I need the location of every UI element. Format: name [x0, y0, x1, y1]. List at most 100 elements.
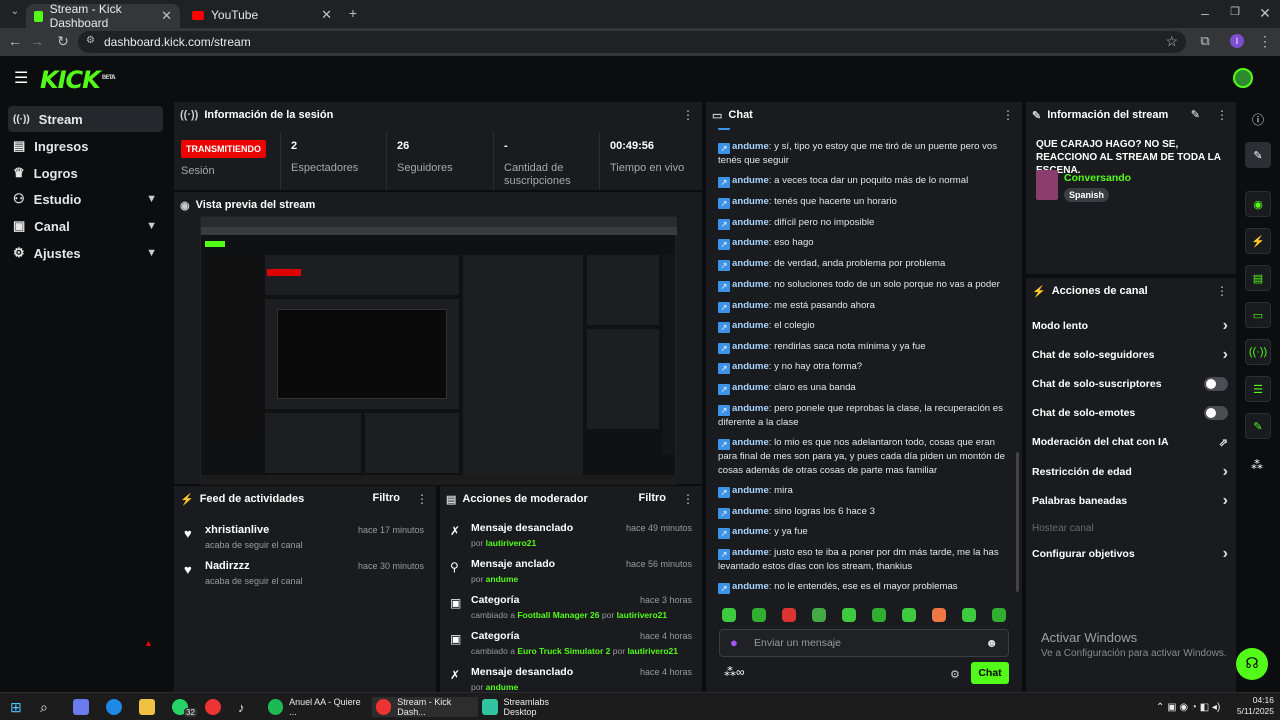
- browser-menu-icon[interactable]: ⋮: [1256, 33, 1274, 50]
- reload-icon[interactable]: ↻: [54, 33, 72, 50]
- more-options-icon[interactable]: ⋮: [682, 108, 694, 122]
- chat-settings-icon[interactable]: ⚙: [950, 668, 960, 681]
- emote-icon[interactable]: [962, 608, 976, 622]
- sidebar-item-ajustes[interactable]: ⚙ Ajustes ▼: [8, 240, 163, 266]
- edit-icon[interactable]: ✎: [1191, 108, 1200, 121]
- session-toggle-button[interactable]: ☰: [1245, 376, 1271, 402]
- channel-action-item[interactable]: Palabras baneadas ›: [1032, 491, 1228, 511]
- windows-start-icon[interactable]: ⊞: [10, 697, 22, 717]
- more-tools-icon[interactable]: ⁂: [1251, 458, 1263, 472]
- mod-username-link[interactable]: lautirivero21: [627, 646, 678, 656]
- restore-icon[interactable]: ❐: [1226, 5, 1244, 18]
- taskbar-app-spotify[interactable]: Anuel AA - Quiere ...: [268, 697, 366, 717]
- copilot-icon[interactable]: [73, 699, 89, 715]
- url-field[interactable]: ⚙ dashboard.kick.com/stream ☆: [78, 31, 1186, 53]
- chat-username[interactable]: andume: [732, 437, 769, 448]
- preview-toggle-button[interactable]: ◉: [1245, 191, 1271, 217]
- emote-icon[interactable]: [872, 608, 886, 622]
- close-tab-icon[interactable]: ✕: [161, 8, 172, 24]
- chat-message[interactable]: ↗ andume: no le entendés, ese es el mayor…: [718, 580, 1010, 594]
- chat-username[interactable]: andume: [732, 237, 769, 248]
- chat-message[interactable]: ↗ andume: mira: [718, 484, 1010, 498]
- modlog-toggle-button[interactable]: ▤: [1245, 265, 1271, 291]
- emoji-icon[interactable]: ☻: [985, 636, 998, 650]
- emote-icon[interactable]: [902, 608, 916, 622]
- close-tab-icon[interactable]: ✕: [321, 7, 332, 23]
- chat-username[interactable]: andume: [732, 506, 769, 517]
- channel-action-item[interactable]: Chat de solo-seguidores ›: [1032, 345, 1228, 365]
- chat-username[interactable]: andume: [732, 217, 769, 228]
- chat-message[interactable]: ↗ andume: rendirlas saca nota mínima y ya…: [718, 340, 1010, 354]
- stream-preview-video[interactable]: [200, 216, 677, 485]
- taskbar-app-streamlabs[interactable]: Streamlabs Desktop: [482, 697, 582, 717]
- sidebar-item-estudio[interactable]: ⚇ Estudio ▼: [8, 186, 163, 212]
- chat-username[interactable]: andume: [732, 175, 769, 186]
- chat-username[interactable]: andume: [732, 141, 769, 152]
- edit-layout-button[interactable]: ✎: [1245, 142, 1271, 168]
- chat-message[interactable]: ↗ andume: y no hay otra forma?: [718, 360, 1010, 374]
- channel-action-item[interactable]: Modo lento ›: [1032, 316, 1228, 336]
- chat-message[interactable]: ↗ andume: de verdad, anda problema por pr…: [718, 257, 1010, 271]
- channel-action-item[interactable]: Moderación del chat con IA ⇗: [1032, 432, 1228, 452]
- chat-username[interactable]: andume: [732, 485, 769, 496]
- chat-toggle-button[interactable]: ▭: [1245, 302, 1271, 328]
- chat-message[interactable]: ↗ andume: y ya fue: [718, 525, 1010, 539]
- edge-icon[interactable]: [106, 699, 122, 715]
- search-icon[interactable]: ⌕: [40, 697, 48, 717]
- sidebar-item-ingresos[interactable]: ▤ Ingresos: [8, 133, 163, 159]
- chat-message[interactable]: ↗ andume: lo mio es que nos adelantaron t…: [718, 436, 1010, 478]
- extensions-icon[interactable]: ⧉: [1196, 33, 1214, 49]
- chat-username[interactable]: andume: [732, 300, 769, 311]
- mod-username-link[interactable]: lautirivero21: [617, 610, 668, 620]
- tab-search-icon[interactable]: ⌄: [6, 6, 24, 17]
- clock-time[interactable]: 04:16: [1234, 695, 1274, 706]
- microphone-icon[interactable]: ●: [730, 635, 738, 650]
- chat-username[interactable]: andume: [732, 320, 769, 331]
- site-info-icon[interactable]: ⚙: [86, 35, 95, 46]
- more-options-icon[interactable]: ⋮: [1002, 108, 1014, 122]
- chat-message[interactable]: ↗ andume: sino logras los 6 hace 3: [718, 505, 1010, 519]
- chat-message[interactable]: ↗ andume: a veces toca dar un poquito más…: [718, 174, 1010, 188]
- filter-button[interactable]: Filtro: [373, 492, 401, 504]
- feed-username[interactable]: Nadirzzz: [205, 560, 303, 572]
- category-link[interactable]: Euro Truck Simulator 2: [517, 646, 610, 656]
- user-avatar[interactable]: [1233, 68, 1253, 88]
- chat-username[interactable]: andume: [732, 258, 769, 269]
- more-options-icon[interactable]: ⋮: [416, 492, 428, 506]
- category-link[interactable]: Football Manager 26: [517, 610, 599, 620]
- info-icon[interactable]: ⓘ: [1252, 111, 1264, 128]
- chat-username[interactable]: andume: [732, 341, 769, 352]
- filter-button[interactable]: Filtro: [639, 492, 667, 504]
- help-support-button[interactable]: ☊: [1236, 648, 1268, 680]
- more-options-icon[interactable]: ⋮: [682, 492, 694, 506]
- emote-icon[interactable]: [752, 608, 766, 622]
- emote-icon[interactable]: [782, 608, 796, 622]
- broadcast-toggle-button[interactable]: ((·)): [1245, 339, 1271, 365]
- chat-message[interactable]: ↗ andume: difícil pero no imposible: [718, 216, 1010, 230]
- sidebar-item-canal[interactable]: ▣ Canal ▼: [8, 213, 163, 239]
- more-options-icon[interactable]: ⋮: [1216, 284, 1228, 298]
- chat-message[interactable]: ↗ andume: claro es una banda: [718, 381, 1010, 395]
- mod-username-link[interactable]: lautirivero21: [486, 538, 537, 548]
- channel-action-item[interactable]: Restricción de edad ›: [1032, 462, 1228, 482]
- tools-toggle-button[interactable]: ✎: [1245, 413, 1271, 439]
- tiktok-icon[interactable]: ♪: [238, 697, 245, 717]
- chat-message[interactable]: ↗ andume: no soluciones todo de un solo p…: [718, 278, 1010, 292]
- forward-icon[interactable]: →: [28, 33, 46, 49]
- close-window-icon[interactable]: ✕: [1256, 5, 1274, 22]
- chrome-icon[interactable]: [205, 699, 221, 715]
- chat-message[interactable]: ↗ andume: y sí, tipo yo estoy que me tiró…: [718, 140, 1010, 168]
- send-chat-button[interactable]: Chat: [971, 662, 1009, 684]
- tray-overflow-icon[interactable]: ⌃ ▣ ◉ ◔ ◧ ◂): [1156, 697, 1220, 717]
- kick-logo[interactable]: KICK BETA: [40, 66, 116, 94]
- tab-kick-dashboard[interactable]: Stream - Kick Dashboard ✕: [26, 2, 180, 30]
- channel-action-item[interactable]: Configurar objetivos ›: [1032, 544, 1228, 564]
- chat-messages[interactable]: ↗andume: repetí la pregunta↗andume: y sí…: [706, 102, 1022, 650]
- chat-username[interactable]: andume: [732, 547, 769, 558]
- channel-action-item[interactable]: Chat de solo-emotes: [1032, 403, 1228, 423]
- hamburger-menu-icon[interactable]: ☰: [14, 68, 28, 88]
- clock-date[interactable]: 5/11/2025: [1234, 706, 1274, 717]
- chat-message[interactable]: ↗ andume: justo eso te iba a poner por dm…: [718, 546, 1010, 574]
- sidebar-item-stream[interactable]: ((·)) Stream: [8, 106, 163, 132]
- chat-username[interactable]: andume: [732, 581, 769, 592]
